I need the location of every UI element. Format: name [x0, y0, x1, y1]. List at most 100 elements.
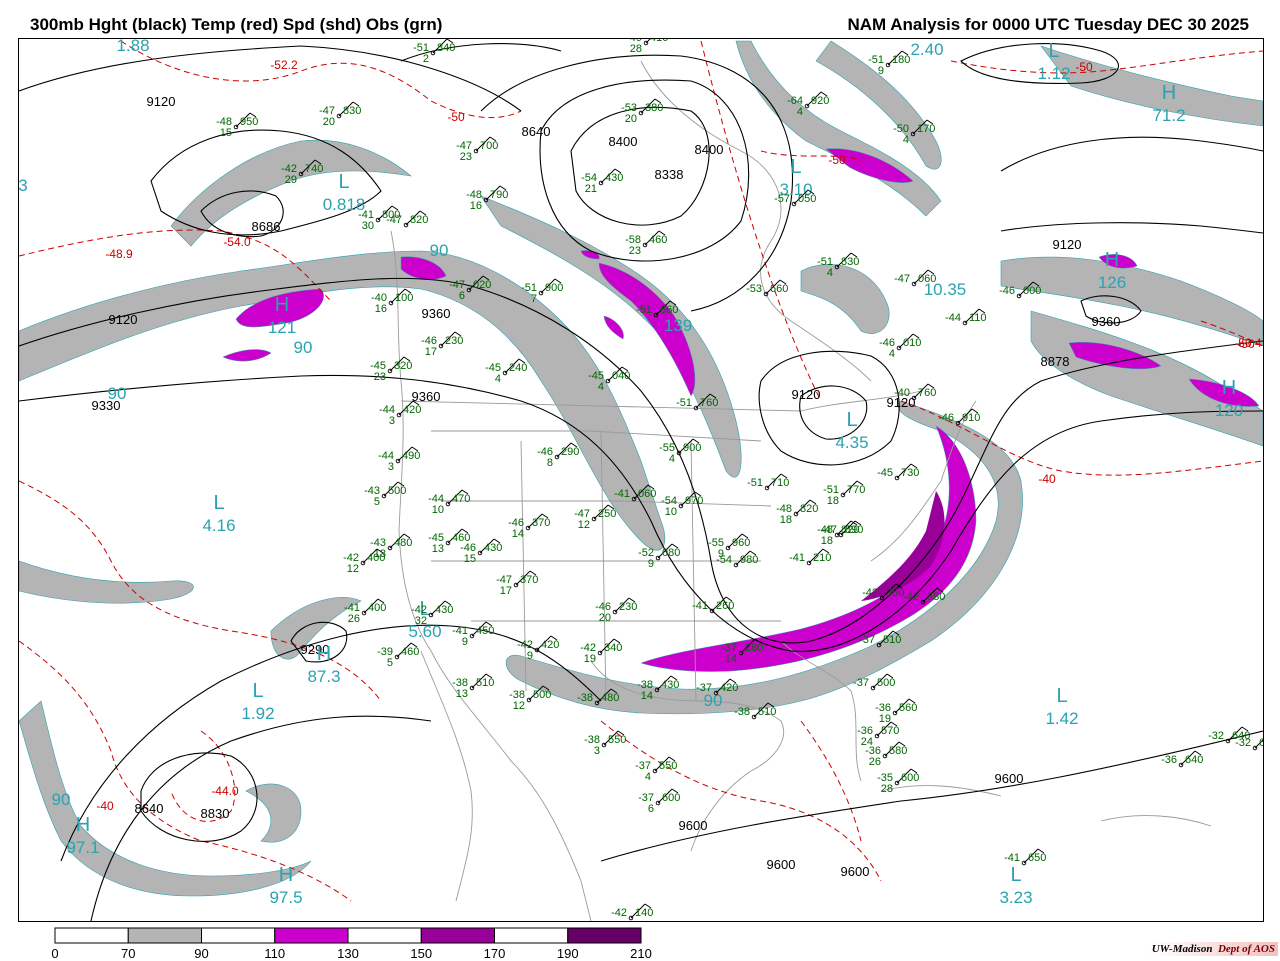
obs-height: 010 [903, 337, 921, 349]
height-label: 8338 [655, 167, 684, 182]
legend-bin [54, 927, 129, 944]
obs-height: 340 [604, 642, 622, 654]
obs-height: 640 [1185, 754, 1203, 766]
obs-dewpoint-depression: 18 [780, 514, 792, 526]
obs-height: 410 [650, 39, 668, 44]
extrema-value: 97.1 [66, 838, 99, 857]
obs-height: 000 [1023, 285, 1041, 297]
obs-temperature: -41 [789, 552, 805, 564]
low-symbol: L [338, 171, 349, 193]
border [400, 390, 922, 412]
obs-height: 450 [476, 625, 494, 637]
station-obs: -443420 [379, 400, 421, 427]
station-obs: -4219340 [580, 638, 622, 665]
legend-bin [420, 927, 495, 944]
obs-dewpoint-depression: 28 [881, 783, 893, 795]
station-obs: -4928410 [626, 39, 668, 55]
station-obs: -42 140 [611, 903, 653, 921]
station-obs: -395460 [377, 642, 419, 669]
temperature-label: -48.9 [105, 247, 133, 261]
jet-core [603, 315, 624, 340]
extrema-value: 87.3 [307, 667, 340, 686]
obs-height: 230 [619, 601, 637, 613]
high-symbol: H [275, 294, 289, 316]
height-label: 8878 [1041, 354, 1070, 369]
station-obs: -5421430 [581, 168, 623, 195]
obs-height: 790 [490, 189, 508, 201]
obs-dewpoint-depression: 26 [348, 613, 360, 625]
obs-dewpoint-depression: 4 [797, 106, 803, 118]
obs-temperature: -51 [747, 477, 763, 489]
obs-temperature: -36 [1161, 754, 1177, 766]
obs-height: 460 [649, 234, 667, 246]
obs-height: 580 [889, 745, 907, 757]
obs-temperature: -46 [938, 412, 954, 424]
extrema-value: 90 [52, 790, 71, 809]
station-obs: -4212400 [343, 548, 385, 575]
high-symbol: H [1222, 377, 1236, 399]
obs-temperature: -38 [734, 706, 750, 718]
obs-dewpoint-depression: 29 [285, 174, 297, 186]
obs-dewpoint-depression: 7 [531, 293, 537, 305]
height-label: 9600 [679, 818, 708, 833]
obs-dewpoint-depression: 21 [585, 183, 597, 195]
station-obs: -512840 [413, 39, 455, 65]
obs-height: 830 [343, 105, 361, 117]
obs-height: 110 [969, 312, 987, 324]
station-obs: -383550 [584, 730, 626, 757]
height-label: 9600 [767, 857, 796, 872]
obs-dewpoint-depression: 16 [470, 200, 482, 212]
coastline [1100, 815, 1212, 827]
station-obs: -44 110 [945, 308, 987, 326]
height-label: 9600 [995, 771, 1024, 786]
obs-height: 600 [901, 772, 919, 784]
station-obs: -32 6 [1235, 737, 1263, 751]
extrema-value: 1.92 [241, 704, 274, 723]
obs-temperature: -40 [894, 387, 910, 399]
obs-height: 900 [683, 442, 701, 454]
height-label: 9120 [792, 387, 821, 402]
extrema-value: 1.12 [1037, 64, 1070, 83]
obs-dewpoint-depression: 23 [374, 371, 386, 383]
low-symbol: L [1056, 685, 1067, 707]
station-obs: -4723700 [456, 136, 498, 163]
legend-bin [567, 927, 642, 944]
obs-dewpoint-depression: 4 [669, 453, 675, 465]
station-obs: -45 730 [877, 463, 919, 481]
extrema-value: 90 [294, 338, 313, 357]
obs-dewpoint-depression: 10 [432, 504, 444, 516]
obs-height: 280 [745, 642, 763, 654]
obs-temperature: -41 [614, 488, 630, 500]
obs-temperature: -53 [746, 283, 762, 295]
legend-tick-label: 90 [194, 946, 209, 961]
obs-temperature: -47 [386, 214, 402, 226]
temperature-label: -40 [96, 799, 114, 813]
obs-height: 6 [1259, 737, 1263, 749]
obs-height: 770 [847, 484, 865, 496]
legend-bin [274, 927, 349, 944]
obs-height: 170 [917, 123, 935, 135]
obs-dewpoint-depression: 13 [456, 688, 468, 700]
station-obs: -4614370 [508, 513, 550, 540]
obs-dewpoint-depression: 19 [584, 653, 596, 665]
obs-dewpoint-depression: 14 [725, 653, 737, 665]
station-obs: -5823460 [625, 230, 667, 257]
obs-dewpoint-depression: 9 [527, 650, 533, 662]
high-symbol: H [76, 814, 90, 836]
obs-height: 060 [918, 273, 936, 285]
extrema-value: 90 [108, 384, 127, 403]
obs-height: 180 [892, 54, 910, 66]
obs-dewpoint-depression: 10 [665, 506, 677, 518]
obs-dewpoint-depression: 4 [495, 373, 501, 385]
map-canvas: 91208640840084008338868691209120 93609360… [19, 39, 1263, 921]
obs-temperature: -47 [894, 273, 910, 285]
obs-dewpoint-depression: 9 [648, 558, 654, 570]
extrema-value: 120 [1215, 401, 1243, 420]
extrema-value: 126 [1098, 273, 1126, 292]
extrema-value: 1.42 [1045, 709, 1078, 728]
obs-dewpoint-depression: 14 [641, 690, 653, 702]
obs-height: 740 [305, 163, 323, 175]
wind-speed-legend [54, 927, 642, 944]
height-contour [140, 752, 258, 842]
obs-dewpoint-depression: 6 [459, 290, 465, 302]
